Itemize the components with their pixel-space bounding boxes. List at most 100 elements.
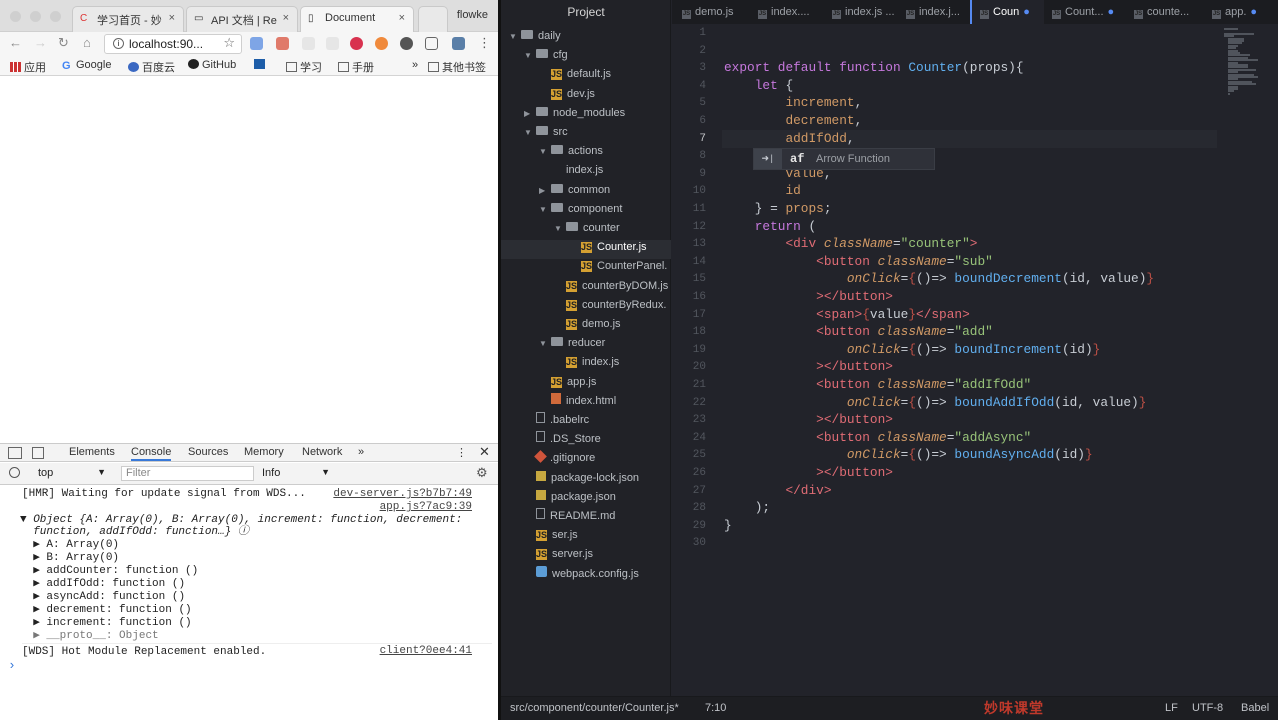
tree-item-node-modules[interactable]: ▶ node_modules <box>524 104 625 123</box>
tree-item-package-lock-json[interactable]: package-lock.json <box>524 469 639 488</box>
log-prop-row[interactable]: ▶ __proto__: Object <box>20 630 158 643</box>
gray-extension-icon[interactable] <box>302 37 315 50</box>
devtools-tab-console[interactable]: Console <box>131 446 172 461</box>
editor-tab-counter-active[interactable]: JS Coun ● <box>970 0 1044 24</box>
devtools-tab-elements[interactable]: Elements <box>69 446 115 458</box>
console-prompt-icon[interactable]: › <box>8 659 16 673</box>
tree-item-dev-js[interactable]: JS dev.js <box>539 85 595 104</box>
bookmark-github[interactable]: GitHub <box>188 59 236 71</box>
bookmark-manual-folder[interactable]: 手册 <box>338 59 374 75</box>
console-filter-input[interactable]: Filter <box>121 466 254 481</box>
bookmark-baidu[interactable]: 百度云 <box>128 59 175 75</box>
tree-item-ser-js[interactable]: JS ser.js <box>524 526 578 545</box>
tree-item-default-js[interactable]: JS default.js <box>539 65 611 84</box>
tree-item-component[interactable]: ▼ component <box>539 200 622 219</box>
expanded-chevron-icon[interactable]: ▼ <box>524 123 536 142</box>
tree-item-common[interactable]: ▶ common <box>539 181 610 200</box>
tree-item-app-js[interactable]: JS app.js <box>539 373 596 392</box>
status-line-ending[interactable]: LF <box>1165 697 1178 719</box>
browser-tab-study-home[interactable]: C 学习首页 - 妙 × <box>72 6 184 32</box>
tree-item-src[interactable]: ▼ src <box>524 123 568 142</box>
log-prop-row[interactable]: ▶ increment: function () <box>20 617 191 630</box>
log-prop-row[interactable]: ▶ A: Array(0) <box>20 539 119 552</box>
close-tab-icon[interactable]: × <box>399 12 405 24</box>
tree-item-counterbyredux[interactable]: JS counterByRedux. <box>554 296 666 315</box>
tree-item-readme-md[interactable]: README.md <box>524 507 615 526</box>
expanded-chevron-icon[interactable]: ▼ <box>524 46 536 65</box>
image-extension-icon[interactable] <box>276 37 289 50</box>
collapsed-chevron-icon[interactable]: ▶ <box>539 181 551 200</box>
code-area[interactable]: export default function Counter(props){ … <box>724 24 1234 696</box>
tree-item-index-html[interactable]: index.html <box>539 392 616 411</box>
bookmarks-overflow[interactable]: » <box>412 59 418 71</box>
editor-tab-index-1[interactable]: JS index.... <box>758 0 830 24</box>
tree-item-ds-store[interactable]: .DS_Store <box>524 430 601 449</box>
log-prop-row[interactable]: ▶ B: Array(0) <box>20 552 119 565</box>
tree-item-counter-js[interactable]: JS Counter.js <box>569 238 647 257</box>
bookmark-google[interactable]: G Google <box>62 59 111 72</box>
bookmark-star-icon[interactable]: ☆ <box>223 35 235 51</box>
status-file-path[interactable]: src/component/counter/Counter.js* <box>510 697 679 719</box>
editor-tab-counter-2[interactable]: JS Count... ● <box>1046 0 1126 24</box>
info-icon[interactable]: i <box>113 38 124 49</box>
tree-item-reducer[interactable]: ▼ reducer <box>539 334 605 353</box>
editor-tab-app[interactable]: JS app. ● <box>1206 0 1278 24</box>
expanded-chevron-icon[interactable]: ▼ <box>539 334 551 353</box>
tree-item-index-js[interactable]: index.js <box>554 161 603 180</box>
devtools-tab-network[interactable]: Network <box>302 446 342 458</box>
browser-tab-document[interactable]: ▯ Document × <box>300 6 414 32</box>
window-minimize-light[interactable] <box>30 11 41 22</box>
gray-extension-icon-2[interactable] <box>326 37 339 50</box>
tree-item-server-js[interactable]: JS server.js <box>524 545 593 564</box>
collapsed-chevron-icon[interactable]: ▶ <box>524 104 536 123</box>
close-tab-icon[interactable]: × <box>283 12 289 24</box>
status-encoding[interactable]: UTF-8 <box>1192 697 1223 719</box>
bookmark-apps[interactable]: 应用 <box>10 59 46 75</box>
editor-tab-demo[interactable]: JS demo.js <box>682 0 756 24</box>
autocomplete-popup[interactable]: ➜| af Arrow Function <box>753 148 935 170</box>
tree-item-package-json[interactable]: package.json <box>524 488 616 507</box>
tree-item-cfg[interactable]: ▼ cfg <box>524 46 568 65</box>
new-tab-button[interactable] <box>418 6 448 32</box>
log-prop-row[interactable]: ▶ asyncAdd: function () <box>20 591 185 604</box>
translate-extension-icon[interactable] <box>250 37 263 50</box>
window-zoom-light[interactable] <box>50 11 61 22</box>
tree-item-counter[interactable]: ▼ counter <box>554 219 620 238</box>
js-extension-icon[interactable] <box>452 37 465 50</box>
tree-item-webpack-config-js[interactable]: webpack.config.js <box>524 565 639 584</box>
bookmark-blue[interactable] <box>254 59 268 71</box>
browser-tab-api-docs[interactable]: ▭ API 文档 | Re × <box>186 6 298 32</box>
log-prop-row[interactable]: ▶ addCounter: function () <box>20 565 198 578</box>
context-selector[interactable]: top ▼ <box>38 467 106 479</box>
editor-tab-index-3[interactable]: JS index.j... <box>906 0 968 24</box>
log-object-summary[interactable]: ▼ Object {A: Array(0), B: Array(0), incr… <box>20 514 462 527</box>
clear-console-icon[interactable] <box>9 467 20 478</box>
log-source-link[interactable]: app.js?7ac9:39 <box>380 501 472 514</box>
editor-tab-index-2[interactable]: JS index.js ... <box>832 0 904 24</box>
orange-extension-icon[interactable] <box>375 37 388 50</box>
tree-item-actions[interactable]: ▼ actions <box>539 142 603 161</box>
tree-item-counterpanel[interactable]: JS CounterPanel. <box>569 257 667 276</box>
close-tab-icon[interactable]: × <box>169 12 175 24</box>
expanded-chevron-icon[interactable]: ▼ <box>509 27 521 46</box>
page-viewport[interactable] <box>0 76 498 444</box>
tree-item-demo-js[interactable]: JS demo.js <box>554 315 621 334</box>
pinterest-icon[interactable] <box>350 37 363 50</box>
gear-icon[interactable] <box>400 37 413 50</box>
expanded-chevron-icon[interactable]: ▼ <box>539 200 551 219</box>
expanded-chevron-icon[interactable]: ▼ <box>554 219 566 238</box>
house-extension-icon[interactable] <box>425 37 438 50</box>
back-arrow-icon[interactable]: ← <box>9 36 22 50</box>
bookmark-study-folder[interactable]: 学习 <box>286 59 322 75</box>
device-toolbar-icon[interactable] <box>32 447 44 459</box>
log-source-link[interactable]: client?0ee4:41 <box>380 645 472 658</box>
tree-item-gitignore[interactable]: .gitignore <box>524 449 595 468</box>
more-tabs-icon[interactable]: » <box>358 446 364 458</box>
bookmark-other-folder[interactable]: 其他书签 <box>428 59 486 75</box>
log-source-link[interactable]: dev-server.js?b7b7:49 <box>333 488 472 501</box>
editor-tab-counter-3[interactable]: JS counte... <box>1128 0 1204 24</box>
expanded-chevron-icon[interactable]: ▼ <box>539 142 551 161</box>
profile-name[interactable]: flowke <box>457 9 488 21</box>
reload-icon[interactable]: ↻ <box>58 36 69 50</box>
minimap[interactable] <box>1218 24 1278 95</box>
